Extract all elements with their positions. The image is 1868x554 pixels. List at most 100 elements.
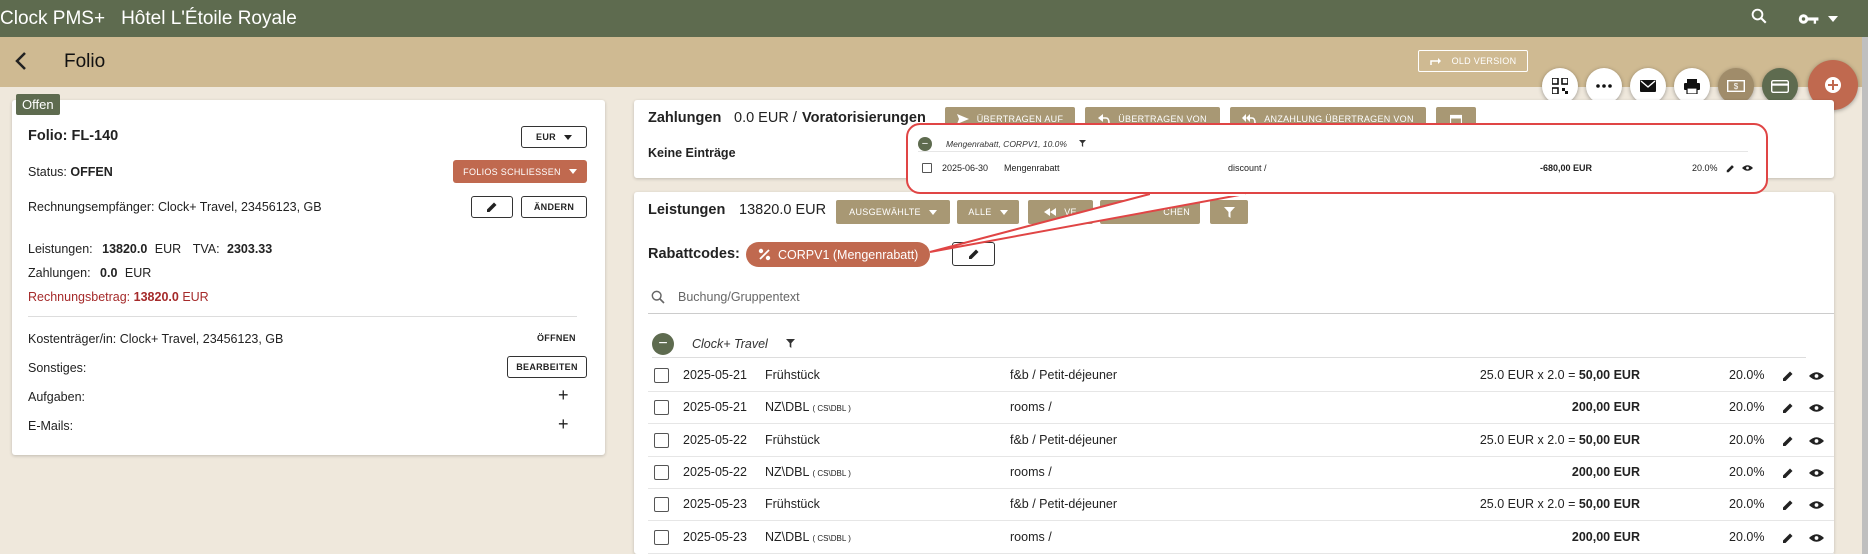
all-button[interactable]: ALLE <box>957 200 1019 224</box>
cash-button[interactable]: $ <box>1718 68 1754 104</box>
pencil-icon[interactable] <box>1726 164 1735 173</box>
row-checkbox[interactable] <box>654 400 669 416</box>
email-button[interactable] <box>1630 68 1666 104</box>
edit-button[interactable]: BEARBEITEN <box>507 356 587 378</box>
row-checkbox[interactable] <box>922 163 932 173</box>
eye-icon[interactable] <box>1809 371 1824 381</box>
rechnung-label: Rechnungsbetrag: <box>28 290 131 304</box>
table-row[interactable]: 2025-05-22 NZ\DBL ( CS\DBL ) rooms / 200,00… <box>648 457 1834 489</box>
add-email-icon[interactable]: + <box>558 414 569 435</box>
popup-discount-row[interactable]: 2025-06-30 Mengenrabatt discount / -680,… <box>918 161 1753 177</box>
qr-code-icon <box>1552 78 1568 94</box>
search-bar[interactable]: Buchung/Gruppentext <box>648 280 1834 314</box>
chevron-down-icon[interactable] <box>1828 15 1838 22</box>
row-name: Frühstück <box>765 497 820 512</box>
pencil-icon[interactable] <box>1782 499 1794 511</box>
eye-icon[interactable] <box>1742 164 1753 172</box>
discount-chip-label: CORPV1 (Mengenrabatt) <box>778 247 919 262</box>
sonstiges-label: Sonstiges: <box>28 361 87 375</box>
card-payment-button[interactable] <box>1762 68 1798 104</box>
svg-text:$: $ <box>1734 82 1739 91</box>
row-item: Frühstück <box>765 497 820 511</box>
table-row[interactable]: 2025-05-23 NZ\DBL ( CS\DBL ) rooms / 200,00… <box>648 522 1834 554</box>
row-checkbox[interactable] <box>654 432 669 448</box>
rechnung-value: 13820.0 <box>133 290 179 304</box>
search-icon[interactable] <box>1750 7 1768 30</box>
search-placeholder: Buchung/Gruppentext <box>678 289 800 304</box>
row-total: 50,00 EUR <box>1578 432 1640 447</box>
old-version-button[interactable]: OLD VERSION <box>1418 50 1528 72</box>
app-brand[interactable]: Clock PMS+ <box>0 8 105 30</box>
row-category: f&b / Petit-déjeuner <box>1010 497 1118 512</box>
row-code: ( CS\DBL ) <box>812 468 851 478</box>
discount-chip[interactable]: CORPV1 (Mengenrabatt) <box>746 242 931 267</box>
pencil-icon[interactable] <box>1782 532 1794 544</box>
change-button[interactable]: ÄNDERN <box>521 196 587 218</box>
row-vat: 20.0% <box>1729 432 1765 447</box>
open-button[interactable]: ÖFFNEN <box>537 333 576 343</box>
row-checkbox[interactable] <box>654 464 669 480</box>
collapse-icon[interactable]: − <box>652 332 674 355</box>
leistungen-value: 13820.0 <box>102 242 148 256</box>
edit-recipient-button[interactable] <box>471 196 513 218</box>
group-name: Clock+ Travel <box>692 336 768 351</box>
zahlungen-value: 0.0 <box>100 266 118 280</box>
row-code: ( CS\DBL ) <box>812 533 851 543</box>
move-button[interactable]: VE <box>1028 200 1093 224</box>
rechnung-currency: EUR <box>182 290 209 304</box>
popup-group-row: − Mengenrabatt, CORPV1, 10.0% <box>918 136 1748 152</box>
pencil-icon[interactable] <box>1782 402 1794 414</box>
status-value: OFFEN <box>70 165 113 179</box>
collapse-icon[interactable]: − <box>918 136 932 151</box>
row-checkbox[interactable] <box>654 529 669 545</box>
pencil-icon[interactable] <box>1782 435 1794 447</box>
key-icon[interactable] <box>1798 12 1838 26</box>
eye-icon[interactable] <box>1809 533 1824 543</box>
leistungen-currency: EUR <box>154 242 182 256</box>
row-item: NZ\DBL ( CS\DBL ) <box>765 465 851 479</box>
popup-vat: 20.0% <box>1692 163 1718 173</box>
eye-icon[interactable] <box>1809 436 1824 446</box>
filter-button[interactable] <box>1210 200 1248 224</box>
currency-select[interactable]: EUR <box>521 126 587 148</box>
print-button[interactable] <box>1674 68 1710 104</box>
back-arrow-icon[interactable] <box>14 47 44 78</box>
aufgaben-label: Aufgaben: <box>28 390 85 404</box>
scrollbar[interactable] <box>1862 37 1868 554</box>
row-checkbox[interactable] <box>654 368 669 383</box>
filter-icon[interactable] <box>785 339 795 348</box>
table-row[interactable]: 2025-05-21 Frühstück f&b / Petit-déjeuner… <box>648 360 1834 392</box>
more-button[interactable] <box>1586 68 1622 104</box>
row-name: NZ\DBL <box>765 400 809 415</box>
credit-card-icon <box>1771 79 1789 93</box>
discount-codes-label: Rabattcodes: <box>648 246 740 262</box>
row-date: 2025-05-23 <box>683 529 747 544</box>
close-folio-button[interactable]: FOLIOS SCHLIESSEN <box>453 160 587 183</box>
row-total: 200,00 EUR <box>1571 529 1640 544</box>
edit-discount-button[interactable] <box>952 242 995 266</box>
row-checkbox[interactable] <box>654 497 669 513</box>
qr-code-button[interactable] <box>1542 68 1578 104</box>
folio-card: Folio: FL-140 EUR Status: OFFEN FOLIOS S… <box>12 100 605 455</box>
row-category: rooms / <box>1010 464 1052 479</box>
table-row[interactable]: 2025-05-22 Frühstück f&b / Petit-déjeuner… <box>648 425 1834 457</box>
table-row[interactable]: 2025-05-23 Frühstück f&b / Petit-déjeuner… <box>648 489 1834 522</box>
row-vat: 20.0% <box>1729 368 1765 382</box>
selected-button[interactable]: AUSGEWÄHLTE <box>836 200 950 224</box>
add-task-icon[interactable]: + <box>558 385 569 406</box>
eye-icon[interactable] <box>1809 500 1824 510</box>
selected-label: AUSGEWÄHLTE <box>849 207 921 217</box>
eye-icon[interactable] <box>1809 468 1824 478</box>
hotel-name[interactable]: Hôtel L'Étoile Royale <box>121 8 297 30</box>
filter-icon[interactable] <box>1078 140 1086 147</box>
tva-label: TVA: <box>192 242 220 256</box>
tva-value: 2303.33 <box>227 242 273 256</box>
pencil-icon[interactable] <box>1782 370 1794 382</box>
pencil-icon[interactable] <box>1782 467 1794 479</box>
search-charges-button[interactable]: CHEN <box>1100 200 1200 224</box>
kosten-label: Kostenträger/in: <box>28 332 117 346</box>
eye-icon[interactable] <box>1809 403 1824 413</box>
status-label: Status: <box>28 165 67 179</box>
table-row[interactable]: 2025-05-21 NZ\DBL ( CS\DBL ) rooms / 200,00… <box>648 392 1834 425</box>
chevron-down-icon <box>568 169 577 174</box>
